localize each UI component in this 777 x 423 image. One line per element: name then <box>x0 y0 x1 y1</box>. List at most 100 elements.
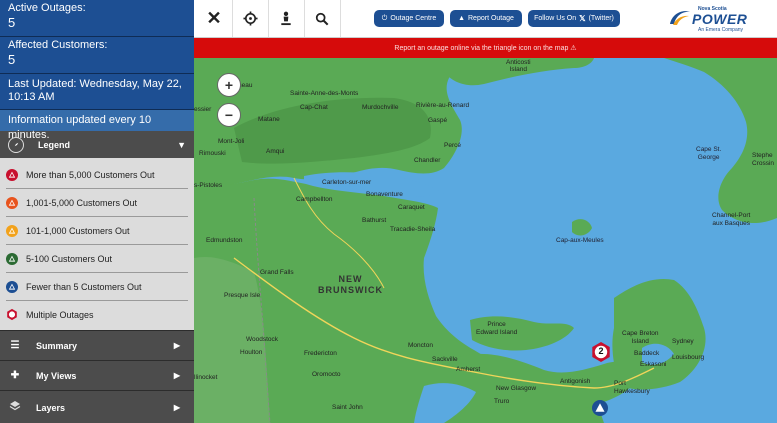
map-label: Gaspé <box>428 117 448 124</box>
multiple-outages-icon <box>6 308 18 321</box>
active-outages-stat: Active Outages: 5 <box>0 0 194 37</box>
outage-centre-label: Outage Centre <box>390 15 437 22</box>
summary-panel-toggle[interactable]: ☰ Summary ▶ <box>0 330 194 360</box>
map-label: Rimouski <box>199 150 226 157</box>
my-views-label: My Views <box>36 370 77 381</box>
map-label: essier <box>194 106 212 113</box>
legend-label: 101-1,000 Customers Out <box>26 225 130 236</box>
map-base <box>194 58 777 423</box>
legend-label: Fewer than 5 Customers Out <box>26 281 142 292</box>
map-label: Oromocto <box>312 371 341 378</box>
top-toolbar: ✕ ⏻ Outage Centre ▲ Report Outage Follow… <box>194 0 777 38</box>
zoom-in-button[interactable]: + <box>217 73 241 97</box>
outage-icon-yellow <box>6 224 18 237</box>
logo-swoosh-icon <box>670 11 690 25</box>
map-label: Port Hawkesbury <box>614 380 650 395</box>
map-label: s-Pistoles <box>194 182 223 189</box>
legend-item: 5-100 Customers Out <box>6 245 188 273</box>
map-label: Houlton <box>240 349 263 356</box>
active-outages-value: 5 <box>8 15 16 30</box>
outage-centre-button[interactable]: ⏻ Outage Centre <box>374 10 444 27</box>
legend-item: 101-1,000 Customers Out <box>6 217 188 245</box>
map-label: Saint John <box>332 404 363 411</box>
legend-label: Multiple Outages <box>26 309 94 320</box>
map-label: Channel-Port aux Basques <box>712 212 751 227</box>
map-label: Fredericton <box>304 350 337 357</box>
report-outage-button[interactable]: ▲ Report Outage <box>450 10 522 27</box>
multiple-outages-marker[interactable]: 2 <box>590 341 612 363</box>
map-label: Campbellton <box>296 196 333 203</box>
map-region-label: NEW BRUNSWICK <box>318 274 383 295</box>
map-label: Moncton <box>408 342 433 349</box>
pegman-icon <box>281 11 291 26</box>
plus-icon: ✚ <box>10 370 20 381</box>
affected-customers-label: Affected Customers: <box>8 39 108 51</box>
map-label: Cape St. George <box>696 146 722 161</box>
zoom-out-button[interactable]: − <box>217 103 241 127</box>
legend-item: 1,001-5,000 Customers Out <box>6 189 188 217</box>
layers-icon <box>8 400 22 415</box>
alert-banner: Report an outage online via the triangle… <box>194 38 777 58</box>
map-label: Sackville <box>432 356 458 363</box>
chevron-right-icon: ▶ <box>173 371 180 380</box>
map-label: Caraquet <box>398 204 425 211</box>
active-outages-label: Active Outages: <box>8 2 86 14</box>
my-views-panel-toggle[interactable]: ✚ My Views ▶ <box>0 360 194 390</box>
map-label: Sydney <box>672 338 694 345</box>
legend-list: More than 5,000 Customers Out 1,001-5,00… <box>0 158 194 328</box>
compass-icon <box>8 136 24 153</box>
chevron-right-icon: ▶ <box>173 403 180 412</box>
locate-me-button[interactable] <box>232 0 269 37</box>
map-label: Chandler <box>414 157 441 164</box>
map-label: Bonaventure <box>366 191 403 198</box>
map-label: Tracadie-Sheila <box>390 226 436 233</box>
outage-icon-orange <box>6 196 18 209</box>
map-label: Baddeck <box>634 350 660 357</box>
crosshair-icon <box>242 11 258 26</box>
search-icon <box>315 12 329 25</box>
map-label: Presque Isle <box>224 292 261 299</box>
twitter-label: (Twitter) <box>588 15 614 22</box>
map-label: Mont-Joli <box>218 138 245 145</box>
map-label: Carleton-sur-mer <box>322 179 372 186</box>
close-icon: ✕ <box>206 8 222 28</box>
map-label: Eskasoni <box>640 361 667 368</box>
map-label: Cape Breton Island <box>622 330 659 345</box>
layers-panel-toggle[interactable]: Layers ▶ <box>0 390 194 423</box>
report-outage-label: Report Outage <box>468 15 514 22</box>
summary-label: Summary <box>36 340 78 351</box>
warning-icon: ▲ <box>458 15 465 22</box>
update-info-bar: Information updated every 10 minutes. <box>0 110 194 141</box>
close-sidebar-button[interactable]: ✕ <box>196 0 233 37</box>
street-view-button[interactable] <box>268 0 305 37</box>
chevron-right-icon: ▶ <box>173 341 180 350</box>
affected-customers-stat: Affected Customers: 5 <box>0 37 194 74</box>
map-label: llinocket <box>194 374 218 381</box>
follow-us-label: Follow Us On <box>534 15 577 22</box>
x-logo-icon: 𝕏 <box>579 14 586 23</box>
search-button[interactable] <box>304 0 341 37</box>
chevron-down-icon: ▼ <box>177 139 186 150</box>
nova-scotia-power-logo[interactable]: Nova Scotia POWER An Emera Company <box>668 6 768 34</box>
map-label: Woodstock <box>246 336 279 343</box>
power-icon: ⏻ <box>381 14 388 22</box>
logo-sub-text: An Emera Company <box>698 27 744 33</box>
legend-label: More than 5,000 Customers Out <box>26 169 155 180</box>
map-label: Amherst <box>456 366 481 373</box>
map-label: Grand Falls <box>260 269 294 276</box>
outage-marker-blue[interactable] <box>592 400 608 416</box>
map-label: New Glasgow <box>496 385 537 392</box>
map-label: Prince Edward Island <box>476 321 518 336</box>
outage-icon-blue <box>6 280 18 293</box>
outage-map[interactable]: Anticosti Island Sainte-Anne-des-Monts C… <box>194 58 777 423</box>
logo-main-text: POWER <box>692 11 748 27</box>
last-updated-stat: Last Updated: Wednesday, May 22, 10:13 A… <box>0 74 194 110</box>
follow-twitter-button[interactable]: Follow Us On 𝕏 (Twitter) <box>528 10 620 27</box>
cluster-count: 2 <box>598 346 604 356</box>
map-label: Antigonish <box>560 378 591 385</box>
map-label: Anticosti Island <box>506 59 531 73</box>
map-label: Sainte-Anne-des-Monts <box>290 90 359 97</box>
map-label: Cap-Chat <box>300 104 328 111</box>
map-label: Edmundston <box>206 237 243 244</box>
layers-label: Layers <box>36 402 66 413</box>
